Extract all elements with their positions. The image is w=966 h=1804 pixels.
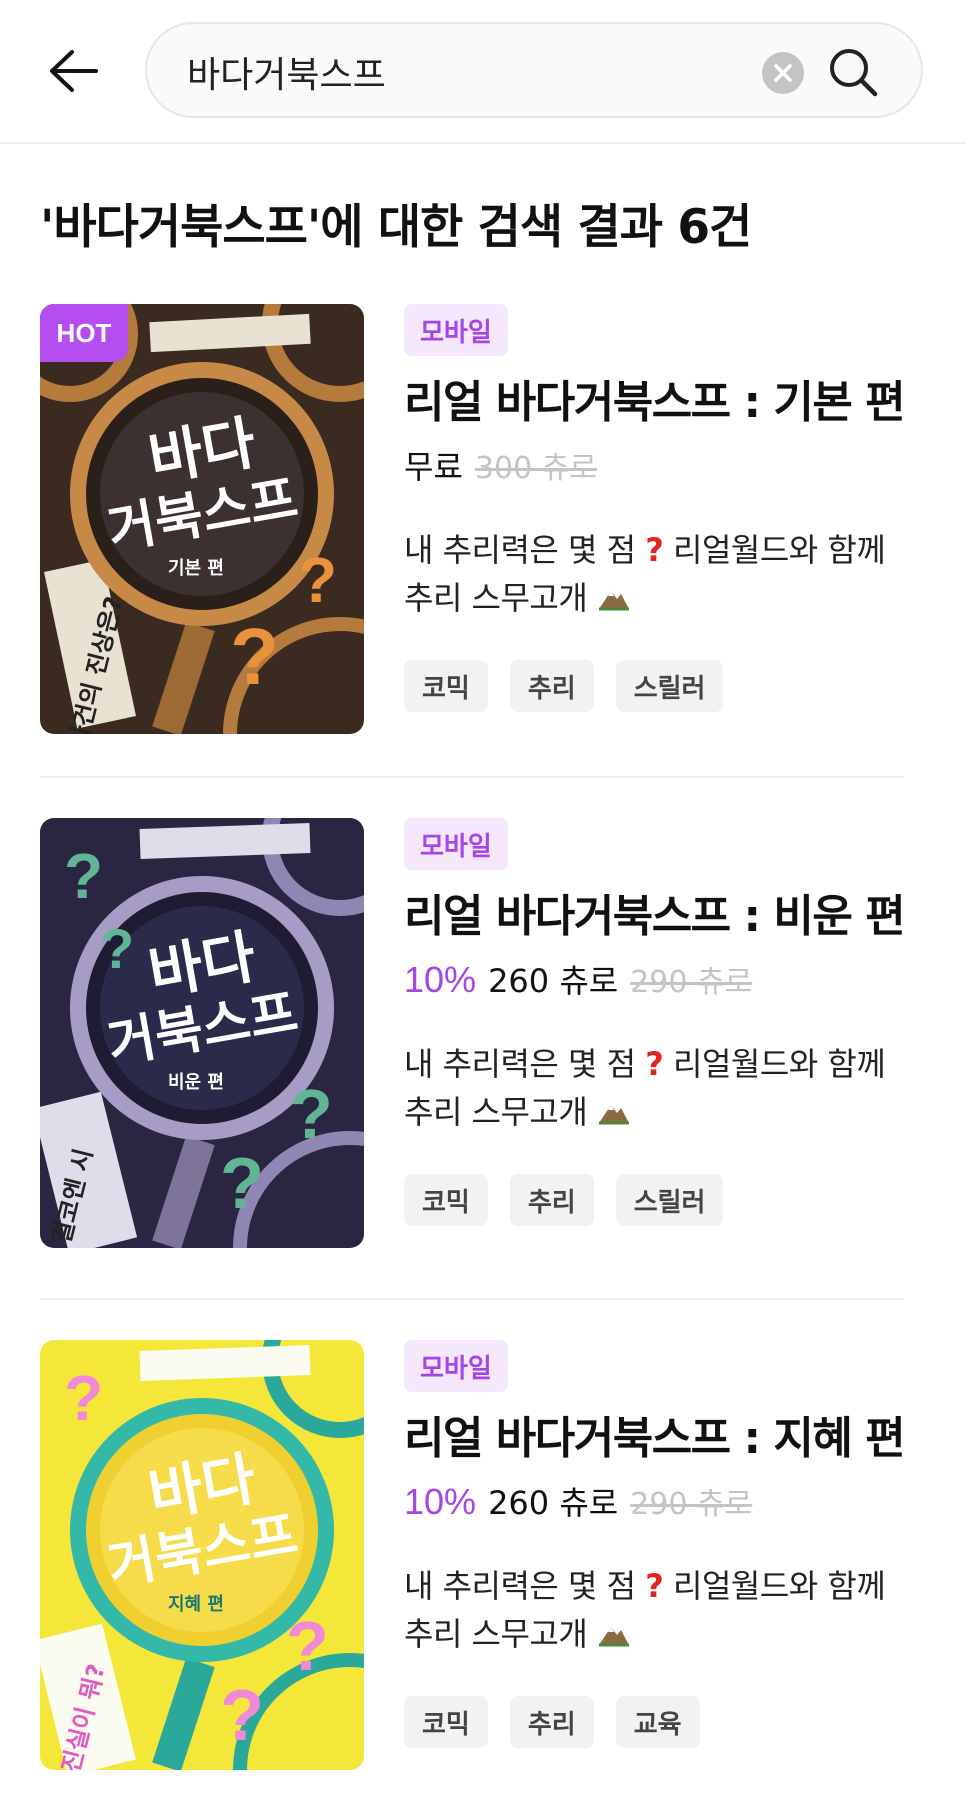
price: 260 츄로 — [488, 962, 619, 1000]
discount-rate: 10% — [404, 959, 477, 1000]
svg-text:?: ? — [100, 917, 134, 980]
divider — [40, 776, 904, 778]
desc-text: 추리 스무고개 — [404, 579, 588, 617]
cover-subtitle: 비운 편 — [168, 1072, 224, 1093]
cover-image: ? ? ? 바다 거북스프 지혜 편 진실이 뭐? — [40, 1340, 364, 1770]
cover-image: ? ? ? ? 바다 거북스프 비운 편 결코엔 시 — [40, 818, 364, 1248]
cover-subtitle: 지혜 편 — [168, 1594, 224, 1615]
tag-chip[interactable]: 교육 — [615, 1696, 700, 1748]
tag-chip[interactable]: 스릴러 — [615, 1174, 724, 1226]
price-row: 10% 260 츄로 290 츄로 — [404, 1478, 752, 1528]
question-mark-icon: ? — [645, 1045, 664, 1083]
desc-text: 리얼월드와 함께 — [673, 1045, 886, 1083]
mountain-icon — [598, 1627, 629, 1647]
price-row: 무료 300 츄로 — [404, 442, 597, 492]
original-price: 290 츄로 — [630, 965, 753, 1000]
svg-text:?: ? — [298, 544, 337, 616]
tag-chip[interactable]: 코믹 — [404, 660, 488, 712]
item-info: 모바일 리얼 바다거북스프 : 기본 편 무료 300 츄로 내 추리력은 몇 … — [404, 304, 906, 734]
item-description: 내 추리력은 몇 점 ? 리얼월드와 함께 추리 스무고개 — [404, 1562, 914, 1658]
result-item[interactable]: ? ? ? ? 바다 거북스프 비운 편 결코엔 시 모바일 리얼 바다거북스프… — [40, 818, 906, 1248]
discount-rate: 10% — [404, 1481, 477, 1522]
platform-badge: 모바일 — [404, 1340, 508, 1392]
svg-text:?: ? — [64, 840, 103, 912]
desc-text: 내 추리력은 몇 점 — [404, 1045, 636, 1083]
svg-text:?: ? — [286, 1607, 329, 1685]
search-icon — [830, 49, 878, 97]
desc-text: 내 추리력은 몇 점 — [404, 531, 636, 569]
question-mark-icon: ? — [645, 531, 664, 569]
clear-icon — [774, 64, 792, 82]
search-box — [145, 22, 923, 118]
mountain-icon — [598, 1105, 629, 1125]
question-mark-icon: ? — [645, 1567, 664, 1605]
tag-chip[interactable]: 추리 — [509, 1174, 594, 1226]
svg-text:?: ? — [220, 1676, 264, 1756]
item-title: 리얼 바다거북스프 : 지혜 편 — [404, 1413, 906, 1464]
tag-chip[interactable]: 스릴러 — [615, 660, 724, 712]
desc-text: 추리 스무고개 — [404, 1615, 588, 1653]
item-title: 리얼 바다거북스프 : 비운 편 — [404, 891, 906, 942]
tag-chip[interactable]: 추리 — [509, 1696, 594, 1748]
platform-badge: 모바일 — [404, 818, 508, 870]
arrow-left-icon — [50, 50, 98, 92]
svg-text:?: ? — [220, 1144, 264, 1224]
svg-text:?: ? — [230, 612, 279, 701]
item-info: 모바일 리얼 바다거북스프 : 비운 편 10% 260 츄로 290 츄로 내… — [404, 818, 906, 1248]
search-button[interactable] — [821, 40, 885, 104]
search-input[interactable] — [187, 44, 747, 100]
tag-chip[interactable]: 코믹 — [404, 1174, 488, 1226]
result-item[interactable]: ? ? 바다 거북스프 기본 편 사건의 진상은? HOT 모바일 리얼 바다거… — [40, 304, 906, 734]
price: 260 츄로 — [488, 1484, 619, 1522]
desc-text: 리얼월드와 함께 — [673, 1567, 886, 1605]
cover-image: ? ? 바다 거북스프 기본 편 사건의 진상은? HOT — [40, 304, 364, 734]
desc-text: 리얼월드와 함께 — [673, 531, 886, 569]
hot-badge: HOT — [40, 304, 128, 362]
item-description: 내 추리력은 몇 점 ? 리얼월드와 함께 추리 스무고개 — [404, 526, 914, 622]
clear-search-button[interactable] — [762, 52, 804, 94]
item-description: 내 추리력은 몇 점 ? 리얼월드와 함께 추리 스무고개 — [404, 1040, 914, 1136]
original-price: 300 츄로 — [474, 451, 597, 486]
results-count-title: '바다거북스프'에 대한 검색 결과 6건 — [40, 200, 752, 255]
price: 무료 — [404, 448, 463, 486]
price-row: 10% 260 츄로 290 츄로 — [404, 956, 752, 1006]
result-item[interactable]: ? ? ? 바다 거북스프 지혜 편 진실이 뭐? 모바일 리얼 바다거북스프 … — [40, 1340, 906, 1770]
cover-subtitle: 기본 편 — [168, 558, 224, 579]
tag-chip[interactable]: 추리 — [509, 660, 594, 712]
svg-text:?: ? — [290, 1075, 333, 1153]
back-button[interactable] — [38, 36, 108, 106]
tag-list: 코믹 추리 스릴러 — [404, 660, 724, 712]
divider — [40, 1298, 904, 1300]
original-price: 290 츄로 — [630, 1487, 753, 1522]
tag-list: 코믹 추리 스릴러 — [404, 1174, 724, 1226]
tag-list: 코믹 추리 교육 — [404, 1696, 700, 1748]
tag-chip[interactable]: 코믹 — [404, 1696, 488, 1748]
header-bar — [0, 0, 966, 144]
desc-text: 추리 스무고개 — [404, 1093, 588, 1131]
platform-badge: 모바일 — [404, 304, 508, 356]
desc-text: 내 추리력은 몇 점 — [404, 1567, 636, 1605]
svg-text:?: ? — [64, 1362, 103, 1434]
mountain-icon — [598, 591, 629, 611]
item-info: 모바일 리얼 바다거북스프 : 지혜 편 10% 260 츄로 290 츄로 내… — [404, 1340, 906, 1770]
item-title: 리얼 바다거북스프 : 기본 편 — [404, 377, 906, 428]
